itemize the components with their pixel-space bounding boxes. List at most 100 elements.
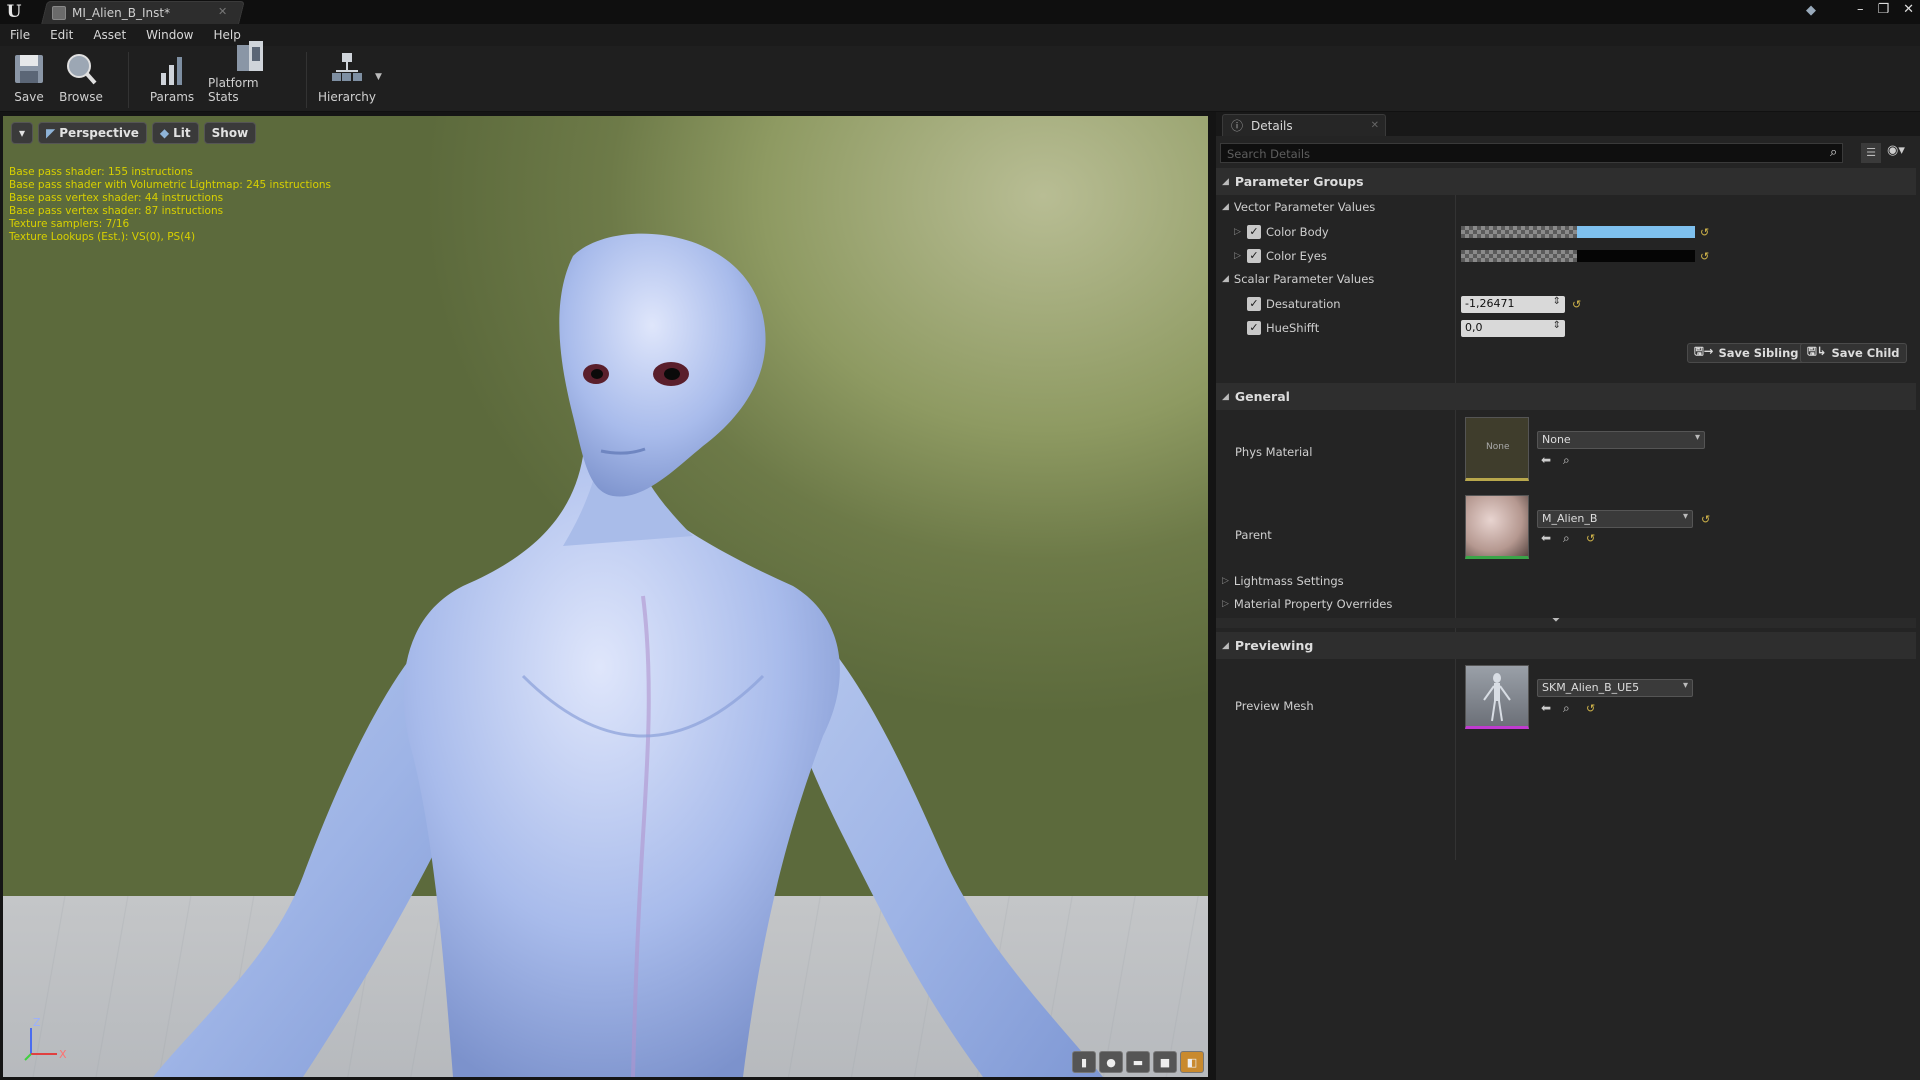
vector-params-header[interactable]: ◢ Vector Parameter Values	[1222, 200, 1375, 214]
browse-button[interactable]: Browse	[58, 50, 104, 108]
reset-to-default-icon[interactable]: ↺	[1701, 513, 1710, 526]
tab-close-icon[interactable]: ✕	[218, 5, 227, 18]
reset-to-default-icon[interactable]: ↺	[1572, 298, 1581, 311]
color-body-label: Color Body	[1266, 225, 1329, 239]
menu-file[interactable]: File	[10, 28, 30, 42]
viewport-toolbar: ▾ ◤ Perspective ◆ Lit Show	[11, 122, 257, 144]
stats-line: Base pass shader with Volumetric Lightma…	[9, 179, 332, 191]
axis-z-label: Z	[33, 1016, 41, 1029]
material-overrides-header[interactable]: ▷ Material Property Overrides	[1222, 597, 1392, 611]
details-search-input[interactable]: Search Details	[1220, 143, 1843, 163]
view-options-icon[interactable]: ☰	[1861, 143, 1881, 163]
desaturation-label: Desaturation	[1266, 297, 1341, 311]
phys-material-thumb-text: None	[1486, 442, 1510, 452]
alien-preview-model	[153, 233, 1103, 1077]
restore-icon[interactable]: ❐	[1877, 2, 1889, 17]
expand-arrow-icon[interactable]: ▷	[1234, 227, 1241, 237]
document-tab-content[interactable]: MI_Alien_B_Inst*	[52, 3, 170, 23]
menu-asset[interactable]: Asset	[93, 28, 126, 42]
platform-stats-button[interactable]: Platform Stats	[208, 41, 292, 108]
viewport-options-button[interactable]: ▾	[11, 122, 34, 144]
chevron-down-icon: ▾	[1694, 432, 1700, 443]
color-body-checkbox[interactable]: ✓	[1247, 225, 1261, 239]
expand-triangle-icon: ◢	[1222, 391, 1229, 402]
panel-splitter[interactable]	[1208, 112, 1216, 1080]
cylinder-preview-icon[interactable]: ▮	[1072, 1051, 1096, 1073]
desaturation-input[interactable]: -1,26471 ⇕	[1461, 296, 1565, 313]
browse-search-icon[interactable]: ⌕	[1563, 701, 1570, 716]
browse-search-icon[interactable]: ⌕	[1563, 531, 1570, 546]
lightmass-settings-header[interactable]: ▷ Lightmass Settings	[1222, 574, 1344, 588]
material-overrides-label: Material Property Overrides	[1233, 597, 1393, 611]
scalar-params-header[interactable]: ◢ Scalar Parameter Values	[1222, 272, 1374, 286]
use-selected-arrow-icon[interactable]: ⬅	[1541, 701, 1551, 715]
hueshift-checkbox[interactable]: ✓	[1247, 321, 1261, 335]
params-button[interactable]: Params	[148, 50, 196, 108]
color-eyes-fill	[1577, 250, 1695, 262]
reset-to-default-icon[interactable]: ↺	[1586, 702, 1595, 715]
preview-mesh-thumbnail[interactable]	[1465, 665, 1529, 729]
phys-material-thumbnail[interactable]: None	[1465, 417, 1529, 481]
details-tab-bar: ⓘ Details ✕	[1216, 112, 1920, 136]
show-button[interactable]: Show	[203, 122, 257, 144]
figure-thumbnail-icon	[1483, 673, 1511, 722]
details-tab[interactable]: ⓘ Details ✕	[1222, 114, 1386, 136]
save-button[interactable]: Save	[10, 50, 48, 108]
hierarchy-button[interactable]: Hierarchy	[318, 50, 376, 108]
chevron-down-icon: ▾	[19, 126, 26, 140]
preview-mesh-combo[interactable]: SKM_Alien_B_UE5 ▾	[1537, 679, 1693, 697]
color-eyes-row: ▷ ✓ Color Eyes ↺	[1216, 248, 1916, 264]
chevron-down-icon: ▾	[1682, 511, 1688, 522]
desaturation-row: ✓ Desaturation -1,26471 ⇕ ↺	[1216, 295, 1916, 313]
perspective-label: Perspective	[59, 126, 139, 140]
search-icon[interactable]: ⌕	[1830, 145, 1837, 160]
reset-to-default-icon[interactable]: ↺	[1700, 250, 1709, 263]
drag-arrows-icon: ⇕	[1552, 296, 1561, 307]
color-eyes-checkbox[interactable]: ✓	[1247, 249, 1261, 263]
details-tab-close-icon[interactable]: ✕	[1371, 120, 1379, 131]
perspective-button[interactable]: ◤ Perspective	[38, 122, 147, 144]
mesh-preview-icon[interactable]: ◧	[1180, 1051, 1204, 1073]
reset-to-default-icon[interactable]: ↺	[1586, 532, 1595, 545]
hueshift-row: ✓ HueShifft 0,0 ⇕	[1216, 319, 1916, 337]
menu-bar: File Edit Asset Window Help	[0, 24, 1920, 46]
save-sibling-button[interactable]: 🖫→ Save Sibling	[1687, 343, 1806, 363]
stats-line: Base pass shader: 155 instructions	[9, 166, 193, 178]
visibility-eye-icon[interactable]: ◉▾	[1887, 143, 1905, 158]
cube-preview-icon[interactable]: ■	[1153, 1051, 1177, 1073]
menu-window[interactable]: Window	[146, 28, 193, 42]
axis-gizmo-icon: Z X	[24, 1016, 67, 1061]
advanced-expander-bar[interactable]: ⏷	[1216, 615, 1916, 628]
expand-arrow-icon[interactable]: ▷	[1234, 251, 1241, 261]
save-child-button[interactable]: 🖫↳ Save Child	[1800, 343, 1907, 363]
plane-preview-icon[interactable]: ▬	[1126, 1051, 1150, 1073]
material-preview-viewport[interactable]: ▾ ◤ Perspective ◆ Lit Show Base pass sha…	[3, 116, 1208, 1077]
phys-material-combo[interactable]: None ▾	[1537, 431, 1705, 449]
document-tab-title: MI_Alien_B_Inst*	[72, 6, 171, 20]
color-body-swatch[interactable]	[1461, 226, 1695, 238]
lit-button[interactable]: ◆ Lit	[151, 122, 199, 144]
close-window-icon[interactable]: ✕	[1903, 2, 1914, 17]
preview-mesh-row: Preview Mesh SKM_Alien_B_UE5 ▾ ⬅ ⌕ ↺	[1216, 665, 1916, 737]
color-eyes-swatch[interactable]	[1461, 250, 1695, 262]
expand-triangle-icon: ◢	[1222, 274, 1229, 284]
parent-thumbnail[interactable]	[1465, 495, 1529, 559]
general-header[interactable]: ◢ General	[1216, 383, 1916, 410]
desaturation-value: -1,26471	[1465, 297, 1515, 310]
stats-line: Texture Lookups (Est.): VS(0), PS(4)	[9, 231, 196, 243]
menu-edit[interactable]: Edit	[50, 28, 73, 42]
minimize-icon[interactable]: –	[1857, 2, 1864, 17]
parent-combo[interactable]: M_Alien_B ▾	[1537, 510, 1693, 528]
perspective-icon: ◤	[46, 126, 56, 140]
use-selected-arrow-icon[interactable]: ⬅	[1541, 453, 1551, 467]
use-selected-arrow-icon[interactable]: ⬅	[1541, 531, 1551, 545]
reset-to-default-icon[interactable]: ↺	[1700, 226, 1709, 239]
hierarchy-dropdown-icon[interactable]: ▼	[375, 72, 382, 82]
hueshift-input[interactable]: 0,0 ⇕	[1461, 320, 1565, 337]
previewing-header[interactable]: ◢ Previewing	[1216, 632, 1916, 659]
parameter-groups-header[interactable]: ◢ Parameter Groups	[1216, 168, 1916, 195]
desaturation-checkbox[interactable]: ✓	[1247, 297, 1261, 311]
sphere-preview-icon[interactable]: ●	[1099, 1051, 1123, 1073]
browse-search-icon[interactable]: ⌕	[1563, 453, 1570, 468]
notification-icon[interactable]: ◆	[1806, 3, 1816, 18]
